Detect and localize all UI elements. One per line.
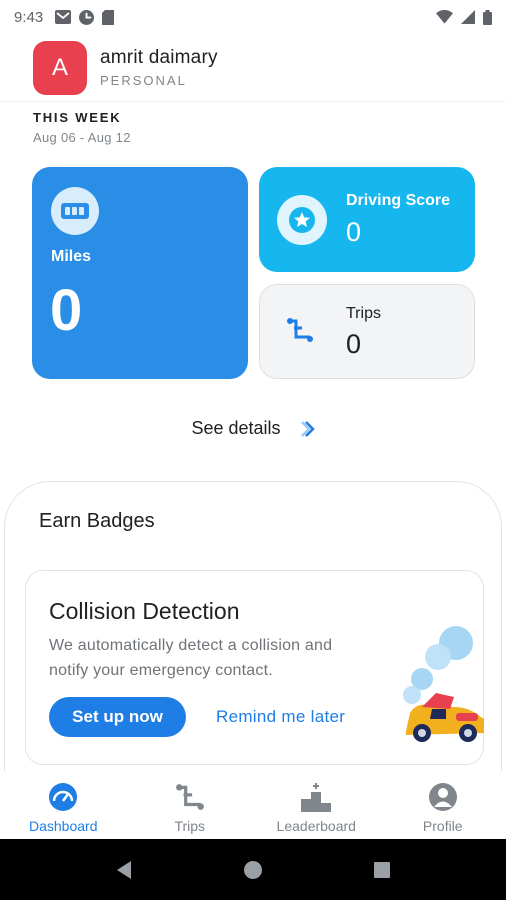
set-up-now-label: Set up now <box>72 707 163 726</box>
recents-icon[interactable] <box>373 861 391 879</box>
driving-score-label: Driving Score <box>346 192 451 209</box>
account-type: PERSONAL <box>100 73 187 88</box>
nav-trips[interactable]: Trips <box>127 771 254 839</box>
nav-dashboard[interactable]: Dashboard <box>0 771 127 839</box>
battery-icon <box>483 9 492 25</box>
back-icon[interactable] <box>115 860 133 880</box>
trips-value: 0 <box>346 329 362 359</box>
chevron-right-icon <box>300 420 315 437</box>
nav-profile[interactable]: Profile <box>380 771 506 839</box>
miles-value: 0 <box>50 278 83 343</box>
see-details-link[interactable]: See details <box>0 418 506 439</box>
avatar[interactable]: A <box>33 40 87 95</box>
user-name: amrit daimary <box>100 47 218 68</box>
bottom-nav: Dashboard Trips Leaderboard Profile <box>0 771 506 839</box>
sd-card-icon <box>102 9 115 25</box>
nav-label: Trips <box>174 818 206 834</box>
podium-icon <box>301 782 332 812</box>
route-icon <box>287 318 313 342</box>
nav-leaderboard[interactable]: Leaderboard <box>253 771 380 839</box>
home-icon[interactable] <box>243 860 263 880</box>
trips-card[interactable]: Trips 0 <box>259 284 475 379</box>
account-header[interactable]: A amrit daimary PERSONAL <box>0 34 506 102</box>
week-range: Aug 06 - Aug 12 <box>33 130 131 145</box>
driving-score-card[interactable]: Driving Score 0 <box>259 167 475 272</box>
week-title: THIS WEEK <box>33 110 122 125</box>
collision-detection-card: Collision Detection We automatically det… <box>25 570 484 765</box>
miles-label: Miles <box>51 248 92 265</box>
person-icon <box>428 782 457 811</box>
avatar-letter: A <box>51 53 68 81</box>
badges-title: Earn Badges <box>39 510 155 532</box>
odometer-icon <box>51 187 99 235</box>
trips-label: Trips <box>346 305 381 322</box>
signal-icon <box>461 10 475 24</box>
app-notification-icon <box>79 9 95 25</box>
route-icon <box>175 783 204 810</box>
miles-card[interactable]: Miles 0 <box>32 167 248 379</box>
system-nav-bar <box>0 839 506 900</box>
see-details-label: See details <box>191 418 281 438</box>
badge-card-description: We automatically detect a collision and … <box>49 637 333 679</box>
status-time: 9:43 <box>14 8 44 26</box>
star-icon <box>277 195 327 245</box>
speedometer-icon <box>49 782 78 811</box>
set-up-now-button[interactable]: Set up now <box>49 697 186 737</box>
remind-me-later-link[interactable]: Remind me later <box>216 707 345 727</box>
nav-label: Leaderboard <box>276 818 356 834</box>
nav-label: Dashboard <box>29 818 98 834</box>
status-bar: 9:43 <box>0 0 506 34</box>
car-crash-illustration <box>403 626 484 742</box>
wifi-icon <box>436 10 453 24</box>
badge-card-title: Collision Detection <box>49 598 240 624</box>
nav-label: Profile <box>422 818 463 834</box>
driving-score-value: 0 <box>346 217 362 247</box>
gmail-notification-icon <box>55 10 72 24</box>
